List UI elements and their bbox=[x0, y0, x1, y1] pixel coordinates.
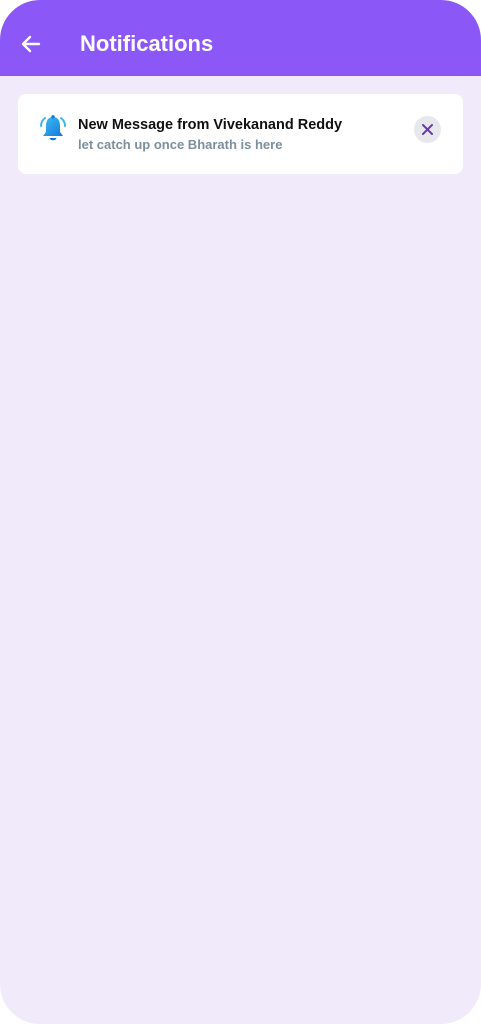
notification-title: New Message from Vivekanand Reddy bbox=[78, 117, 343, 133]
notification-card[interactable] bbox=[18, 94, 463, 174]
app-bar: Notifications bbox=[0, 0, 481, 76]
back-button[interactable] bbox=[14, 27, 48, 61]
arrow-left-icon bbox=[21, 35, 41, 53]
notification-message: let catch up once Bharath is here bbox=[78, 137, 283, 152]
close-icon bbox=[422, 124, 433, 135]
dismiss-notification-button[interactable] bbox=[414, 116, 441, 143]
notifications-screen: Notifications New Message from Vivekanan… bbox=[0, 0, 481, 1024]
bell-icon bbox=[38, 114, 68, 144]
page-title: Notifications bbox=[80, 31, 214, 56]
